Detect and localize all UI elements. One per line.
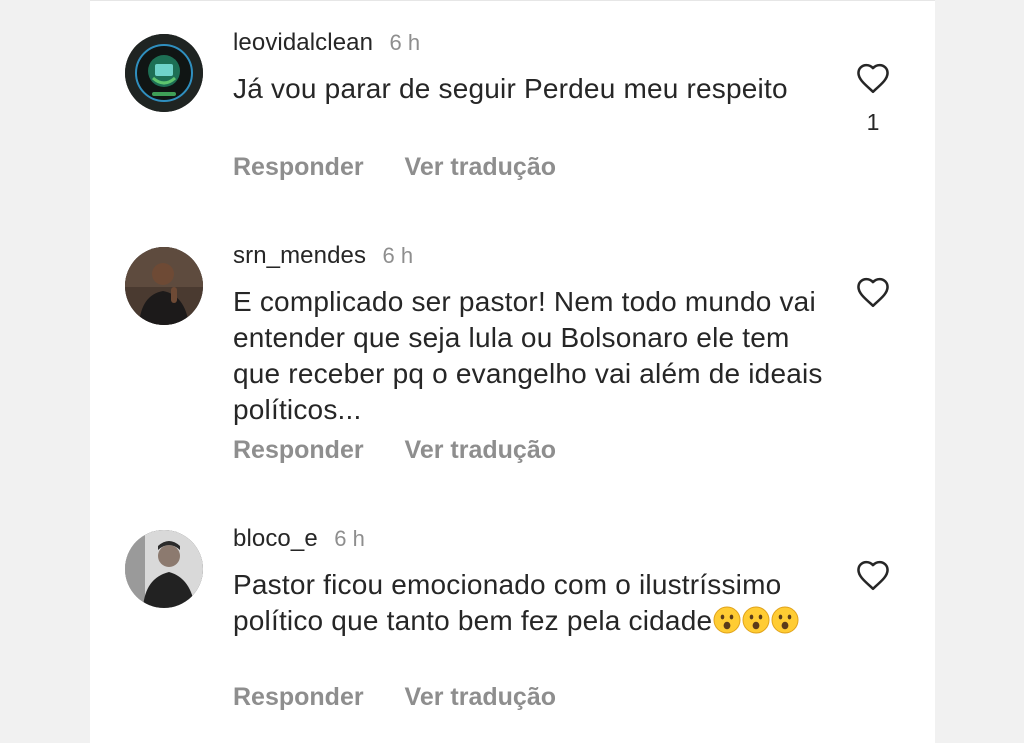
comment-header: leovidalclean 6 h (233, 29, 420, 57)
avatar[interactable] (125, 247, 203, 325)
profile-photo (125, 247, 203, 325)
reply-button[interactable]: Responder (233, 436, 364, 464)
comment-text: Já vou parar de seguir Perdeu meu respei… (233, 73, 788, 104)
hushed-face-emoji (771, 606, 799, 634)
like-button[interactable] (855, 275, 891, 309)
like-button[interactable] (855, 61, 891, 95)
logo-avatar-image (125, 34, 203, 112)
comment-header: bloco_e 6 h (233, 525, 365, 553)
like-count: 1 (866, 109, 880, 135)
comment-actions: Responder Ver tradução (233, 153, 590, 182)
heart-outline-icon (857, 277, 889, 308)
username[interactable]: leovidalclean (233, 29, 373, 56)
comment-text-content: Pastor ficou emocionado com o ilustríssi… (233, 569, 782, 636)
profile-photo (125, 530, 203, 608)
like-button[interactable] (855, 558, 891, 592)
hushed-face-emoji (742, 606, 770, 634)
username[interactable]: srn_mendes (233, 242, 366, 269)
avatar[interactable] (125, 34, 203, 112)
hushed-face-emoji (713, 606, 741, 634)
timestamp: 6 h (334, 526, 365, 551)
translate-button[interactable]: Ver tradução (405, 683, 556, 711)
comment-text: E complicado ser pastor! Nem todo mundo … (233, 286, 823, 425)
translate-button[interactable]: Ver tradução (405, 153, 556, 181)
heart-outline-icon (857, 63, 889, 94)
avatar[interactable] (125, 530, 203, 608)
comment-actions: Responder Ver tradução (233, 683, 590, 712)
comment-header: srn_mendes 6 h (233, 242, 413, 270)
comment-text: Pastor ficou emocionado com o ilustríssi… (233, 567, 833, 639)
translate-button[interactable]: Ver tradução (405, 436, 556, 464)
username[interactable]: bloco_e (233, 525, 318, 552)
reply-button[interactable]: Responder (233, 153, 364, 181)
comments-panel: leovidalclean 6 h Já vou parar de seguir… (90, 0, 935, 743)
reply-button[interactable]: Responder (233, 683, 364, 711)
timestamp: 6 h (382, 243, 414, 268)
timestamp: 6 h (389, 30, 421, 55)
comment-actions: Responder Ver tradução (233, 436, 590, 465)
heart-outline-icon (857, 560, 889, 591)
